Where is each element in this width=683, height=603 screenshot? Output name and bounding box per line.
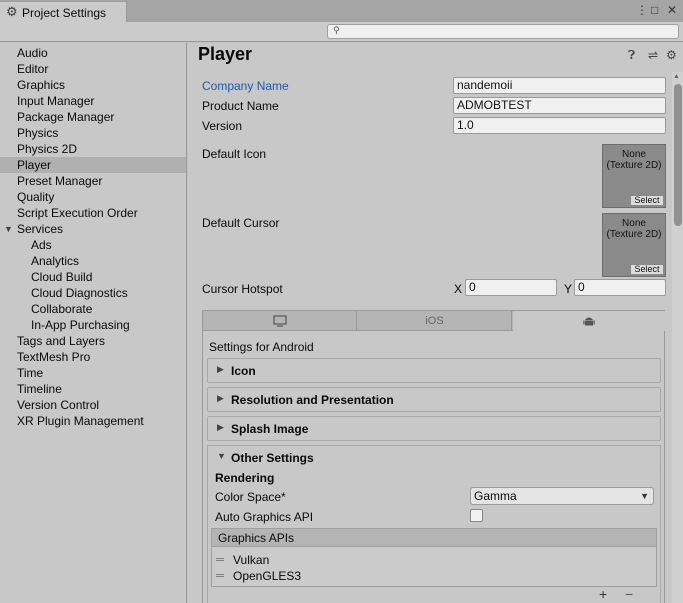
sidebar-item-package-manager[interactable]: Package Manager — [0, 109, 186, 125]
search-input[interactable]: ⚲ — [327, 24, 679, 39]
hotspot-x-field[interactable]: 0 — [465, 279, 557, 296]
version-label: Version — [202, 119, 243, 133]
cursor-hotspot-label: Cursor Hotspot — [202, 282, 283, 296]
tab-android[interactable] — [513, 311, 665, 331]
hotspot-y-label: Y — [564, 282, 573, 296]
android-icon — [583, 317, 595, 326]
sidebar-item-editor[interactable]: Editor — [0, 61, 186, 77]
texture-type-text: (Texture 2D) — [606, 229, 662, 240]
color-space-dropdown[interactable]: Gamma ▼ — [470, 487, 654, 505]
texture-type-text: (Texture 2D) — [606, 160, 662, 171]
search-icon: ⚲ — [333, 25, 340, 35]
tab-title: Project Settings — [22, 6, 107, 20]
section-icon[interactable]: ▶ Icon — [207, 358, 661, 383]
sidebar-item-physics-2d[interactable]: Physics 2D — [0, 141, 186, 157]
section-splash-image[interactable]: ▶ Splash Image — [207, 416, 661, 441]
company-name-field[interactable]: nandemoii — [453, 77, 666, 94]
product-name-field[interactable]: ADMOBTEST — [453, 97, 666, 114]
sidebar-item-player[interactable]: Player — [0, 157, 186, 173]
settings-for-label: Settings for Android — [209, 340, 314, 354]
gear-icon: ⚙ — [6, 4, 18, 19]
expand-caret-icon[interactable]: ▼ — [4, 221, 13, 237]
auto-graphics-api-label: Auto Graphics API — [215, 510, 314, 524]
project-settings-tab[interactable]: ⚙ Project Settings — [0, 1, 127, 22]
sidebar-item-textmesh-pro[interactable]: TextMesh Pro — [0, 349, 186, 365]
maximize-icon[interactable]: □ — [651, 3, 658, 17]
rendering-heading: Rendering — [215, 471, 275, 485]
default-icon-label: Default Icon — [202, 147, 267, 161]
tab-ios[interactable]: iOS — [358, 311, 512, 331]
remove-button[interactable]: − — [625, 587, 633, 601]
expand-arrow-icon: ▶ — [217, 422, 224, 432]
tab-standalone[interactable] — [203, 311, 357, 331]
company-name-label: Company Name — [202, 79, 289, 93]
expand-arrow-icon: ▶ — [217, 364, 224, 374]
page-title: Player — [198, 44, 253, 64]
sidebar-item-version-control[interactable]: Version Control — [0, 397, 186, 413]
expand-arrow-icon: ▶ — [217, 393, 224, 403]
kebab-menu-icon[interactable]: ⋮ — [636, 3, 648, 17]
sliders-icon[interactable]: ⇌ — [648, 49, 658, 62]
sidebar-item-graphics[interactable]: Graphics — [0, 77, 186, 93]
drag-handle-icon[interactable]: ═ — [216, 554, 224, 566]
sidebar-item-audio[interactable]: Audio — [0, 45, 186, 61]
select-button[interactable]: Select — [630, 195, 664, 206]
sidebar-item-cloud-build[interactable]: Cloud Build — [0, 269, 186, 285]
collapse-arrow-icon: ▼ — [217, 451, 226, 461]
sidebar-item-physics[interactable]: Physics — [0, 125, 186, 141]
sidebar-item-in-app-purchasing[interactable]: In-App Purchasing — [0, 317, 186, 333]
sidebar-item-tags-and-layers[interactable]: Tags and Layers — [0, 333, 186, 349]
sidebar-item-timeline[interactable]: Timeline — [0, 381, 186, 397]
texture-none-text: None — [622, 218, 646, 229]
sidebar-item-quality[interactable]: Quality — [0, 189, 186, 205]
sidebar-item-xr-plugin-management[interactable]: XR Plugin Management — [0, 413, 186, 429]
section-other-settings[interactable]: ▼ Other Settings — [207, 445, 661, 470]
platform-tabs: iOS — [202, 310, 665, 331]
sidebar-item-analytics[interactable]: Analytics — [0, 253, 186, 269]
list-item[interactable]: ═ Vulkan — [216, 552, 416, 568]
sidebar-item-ads[interactable]: Ads — [0, 237, 186, 253]
default-icon-slot[interactable]: None (Texture 2D) Select — [602, 144, 666, 208]
sidebar-item-collaborate[interactable]: Collaborate — [0, 301, 186, 317]
help-icon[interactable]: ❓︎ — [628, 49, 635, 62]
add-button[interactable]: + — [599, 587, 607, 601]
sidebar: Audio Editor Graphics Input Manager Pack… — [0, 43, 187, 603]
graphics-apis-list: ═ Vulkan ═ OpenGLES3 — [211, 547, 657, 587]
list-item[interactable]: ═ OpenGLES3 — [216, 568, 416, 584]
monitor-icon — [272, 315, 287, 327]
default-cursor-slot[interactable]: None (Texture 2D) Select — [602, 213, 666, 277]
select-button[interactable]: Select — [630, 264, 664, 275]
sidebar-item-preset-manager[interactable]: Preset Manager — [0, 173, 186, 189]
sidebar-item-script-execution-order[interactable]: Script Execution Order — [0, 205, 186, 221]
sidebar-item-cloud-diagnostics[interactable]: Cloud Diagnostics — [0, 285, 186, 301]
texture-none-text: None — [622, 149, 646, 160]
auto-graphics-api-checkbox[interactable] — [470, 509, 483, 522]
close-icon[interactable]: ✕ — [667, 3, 677, 17]
drag-handle-icon[interactable]: ═ — [216, 570, 224, 582]
default-cursor-label: Default Cursor — [202, 216, 280, 230]
version-field[interactable]: 1.0 — [453, 117, 666, 134]
graphics-apis-header: Graphics APIs — [211, 528, 657, 547]
sidebar-item-services[interactable]: ▼ Services — [0, 221, 186, 237]
product-name-label: Product Name — [202, 99, 279, 113]
sidebar-item-time[interactable]: Time — [0, 365, 186, 381]
hotspot-x-label: X — [454, 282, 463, 296]
section-resolution-and-presentation[interactable]: ▶ Resolution and Presentation — [207, 387, 661, 412]
sidebar-item-input-manager[interactable]: Input Manager — [0, 93, 186, 109]
hotspot-y-field[interactable]: 0 — [574, 279, 666, 296]
settings-icon[interactable]: ⚙ — [666, 49, 677, 62]
scroll-up-icon[interactable]: ▲ — [673, 73, 680, 80]
chevron-down-icon: ▼ — [640, 491, 649, 501]
color-space-label: Color Space* — [215, 490, 286, 504]
scrollbar-thumb[interactable] — [674, 84, 682, 226]
